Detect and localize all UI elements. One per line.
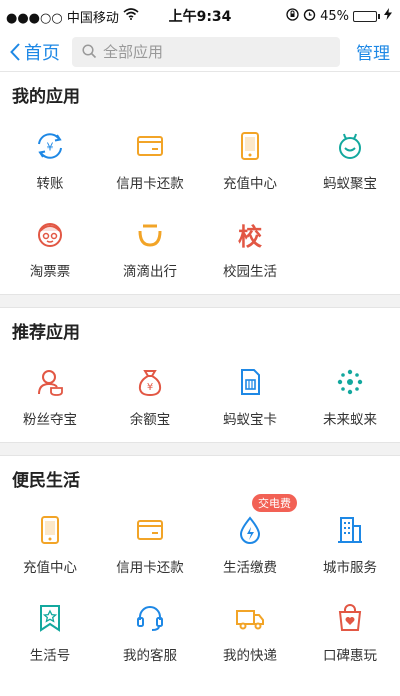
battery-percent: 45% [320, 8, 349, 24]
app-label: 信用卡还款 [116, 560, 184, 576]
campus-glyph: 校 [238, 222, 262, 251]
money-bag-icon: ¥ [134, 366, 166, 398]
future-dots-icon [334, 366, 366, 398]
carrier-label: ●●●○○ 中国移动 [6, 10, 119, 26]
app-label: 蚂蚁聚宝 [323, 176, 377, 192]
life-account-icon [34, 602, 66, 634]
app-label: 充值中心 [23, 560, 77, 576]
app-item[interactable]: 充值中心 [0, 502, 100, 590]
app-grid: 粉丝夺宝 ¥ 余额宝 蚂蚁宝卡 未来蚁来 [0, 354, 400, 442]
svg-text:¥: ¥ [147, 382, 153, 393]
app-label: 我的客服 [123, 648, 177, 664]
app-item[interactable]: 口碑惠玩 [300, 590, 400, 678]
app-item[interactable]: 未来蚁来 [300, 354, 400, 442]
app-label: 转账 [36, 176, 64, 192]
back-button[interactable]: 首页 [10, 39, 60, 65]
app-item[interactable]: 城市服务 [300, 502, 400, 590]
chevron-left-icon [10, 42, 20, 61]
section-title: 便民生活 [12, 471, 80, 491]
app-item[interactable]: 信用卡还款 [100, 118, 200, 206]
app-label: 信用卡还款 [116, 176, 184, 192]
app-item[interactable]: 蚂蚁聚宝 [300, 118, 400, 206]
app-item[interactable]: 生活号 [0, 590, 100, 678]
app-item[interactable]: 滴滴出行 [100, 206, 200, 294]
app-item[interactable]: 蚂蚁宝卡 [200, 354, 300, 442]
status-left: ●●●○○ 中国移动 [6, 7, 139, 26]
app-item[interactable]: 淘票票 [0, 206, 100, 294]
phone-recharge-icon [234, 130, 266, 162]
app-item[interactable]: 我的客服 [100, 590, 200, 678]
section-recommended: 推荐应用 粉丝夺宝 ¥ 余额宝 蚂蚁宝卡 未来蚁来 [0, 308, 400, 442]
back-label: 首页 [24, 42, 60, 64]
app-label: 口碑惠玩 [323, 648, 377, 664]
manage-button[interactable]: 管理 [356, 39, 390, 64]
app-label: 生活号 [29, 648, 71, 664]
app-item[interactable]: 信用卡还款 [100, 502, 200, 590]
section-convenience: 便民生活 充值中心 信用卡还款 交电费 生活缴费 城市服务 生活号 我的客服 我… [0, 456, 400, 678]
app-item[interactable]: ¥ 余额宝 [100, 354, 200, 442]
alarm-icon [303, 8, 316, 25]
koubei-bag-icon [334, 602, 366, 634]
app-item[interactable]: 充值中心 [200, 118, 300, 206]
app-label: 充值中心 [223, 176, 277, 192]
promo-badge: 交电费 [252, 494, 297, 512]
app-grid: ¥ 转账 信用卡还款 充值中心 蚂蚁聚宝 淘票票 滴滴出行 校 校园生活 [0, 118, 400, 294]
delivery-truck-icon [234, 602, 266, 634]
status-right: 45% [286, 7, 392, 25]
app-label: 蚂蚁宝卡 [223, 412, 277, 428]
app-item[interactable]: 校 校园生活 [200, 206, 300, 294]
charging-icon [384, 8, 392, 24]
city-building-icon [334, 514, 366, 546]
didi-icon [134, 218, 166, 250]
app-label: 余额宝 [129, 412, 171, 428]
section-my-apps: 我的应用 ¥ 转账 信用卡还款 充值中心 蚂蚁聚宝 淘票票 滴滴出行 校 校园生… [0, 72, 400, 294]
sim-card-icon [234, 366, 266, 398]
app-label: 滴滴出行 [123, 264, 177, 280]
app-label: 粉丝夺宝 [23, 412, 77, 428]
app-label: 生活缴费 [223, 560, 277, 576]
ant-fortune-icon [334, 130, 366, 162]
battery-icon [353, 10, 380, 22]
section-divider [0, 294, 400, 308]
app-label: 淘票票 [29, 264, 71, 280]
app-label: 未来蚁来 [323, 412, 377, 428]
utility-drop-icon [234, 514, 266, 546]
app-label: 校园生活 [223, 264, 277, 280]
section-divider [0, 442, 400, 456]
app-grid: 充值中心 信用卡还款 交电费 生活缴费 城市服务 生活号 我的客服 我的快递 口… [0, 494, 400, 678]
fans-treasure-icon [34, 366, 66, 398]
campus-icon: 校 [234, 218, 266, 251]
credit-card-icon [134, 514, 166, 546]
app-label: 我的快递 [223, 648, 277, 664]
ticket-mascot-icon [34, 218, 66, 250]
search-icon [82, 44, 97, 59]
search-input[interactable]: 全部应用 [72, 36, 340, 67]
section-title: 推荐应用 [12, 323, 80, 343]
status-bar: ●●●○○ 中国移动 上午9:34 45% [0, 0, 400, 32]
orientation-lock-icon [286, 7, 299, 25]
phone-recharge-icon [34, 514, 66, 546]
transfer-icon: ¥ [34, 130, 66, 162]
svg-text:¥: ¥ [47, 141, 54, 154]
app-item[interactable]: 我的快递 [200, 590, 300, 678]
app-item[interactable]: 交电费 生活缴费 [200, 494, 300, 590]
credit-card-icon [134, 130, 166, 162]
app-item[interactable]: 粉丝夺宝 [0, 354, 100, 442]
app-label: 城市服务 [323, 560, 377, 576]
app-item[interactable]: ¥ 转账 [0, 118, 100, 206]
customer-service-icon [134, 602, 166, 634]
search-placeholder: 全部应用 [103, 43, 164, 61]
nav-bar: 首页 全部应用 管理 [0, 32, 400, 72]
wifi-icon [123, 8, 139, 24]
section-title: 我的应用 [12, 87, 80, 107]
